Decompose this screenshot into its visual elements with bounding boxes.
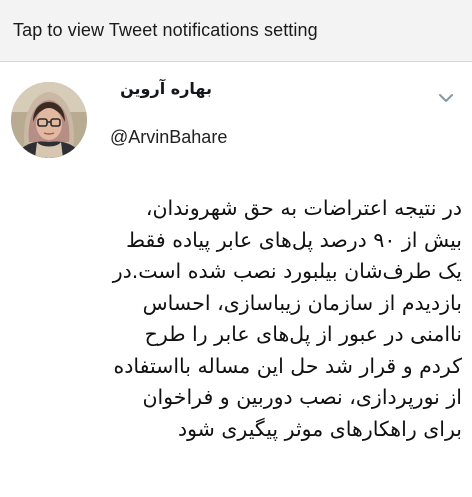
tweet-body-line: یک طرف‌شان بیلبورد نصب شده است.در: [112, 259, 462, 283]
chevron-down-icon: [439, 93, 453, 102]
tweet-body-line: بازدیدم از سازمان زیباسازی، احساس: [142, 290, 462, 315]
tweet-body-line: از نورپردازی، نصب دوربین و فراخوان: [142, 385, 462, 409]
tweet-body-line: برای راهکارهای موثر پیگیری شود: [177, 416, 462, 441]
tweet-body-line: کردم و قرار شد حل این مساله بااستفاده: [113, 353, 463, 378]
avatar[interactable]: [11, 82, 87, 158]
tweet-body-line: بیش از ۹۰ درصد پل‌های عابر پیاده فقط: [126, 227, 462, 252]
tweet-body-line: ناامنی در عبور از پل‌های عابر را طرح: [144, 322, 462, 346]
user-handle[interactable]: @ArvinBahare: [110, 127, 227, 148]
tweet-card[interactable]: بهاره آروین @ArvinBahare در نتیجه اعتراض…: [0, 63, 472, 497]
notification-banner-text: Tap to view Tweet notifications setting: [13, 20, 318, 40]
tweet-notifications-setting-banner[interactable]: Tap to view Tweet notifications setting: [0, 0, 472, 62]
user-display-name[interactable]: بهاره آروین: [100, 79, 212, 98]
tweet-options-caret[interactable]: [436, 91, 456, 105]
tweet-body-line: در نتیجه اعتراضات به حق شهروندان،: [145, 196, 462, 220]
tweet-body: در نتیجه اعتراضات به حق شهروندان، بیش از…: [12, 193, 462, 445]
avatar-image: [11, 82, 87, 158]
